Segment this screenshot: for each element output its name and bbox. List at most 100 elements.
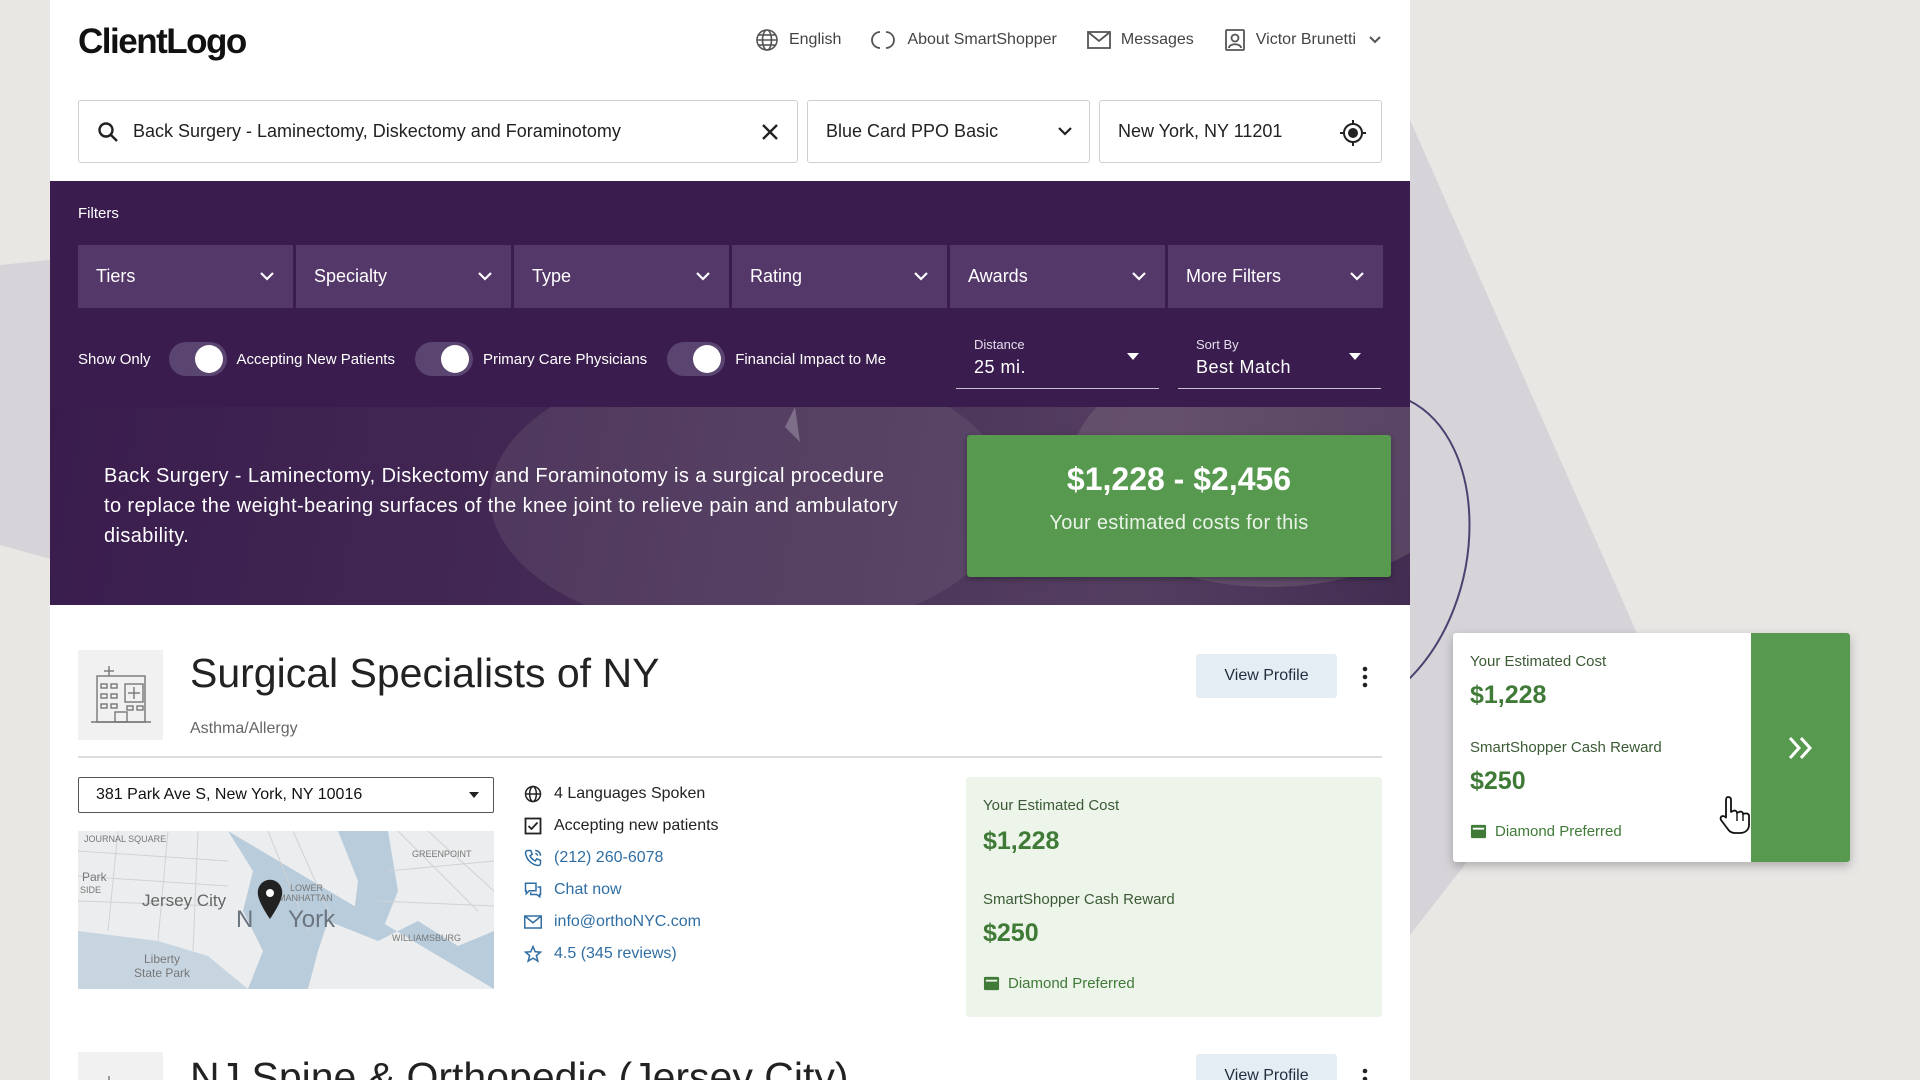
- show-only-row: Show Only Accepting New Patients Primary…: [78, 339, 906, 379]
- toggle-label: Financial Impact to Me: [735, 350, 887, 368]
- top-nav: English About SmartShopper Messages Vict…: [725, 28, 1382, 52]
- phone-text: (212) 260-6078: [554, 849, 664, 866]
- chevron-down-icon: [260, 272, 274, 281]
- search-input[interactable]: [133, 121, 733, 142]
- tier-text: Diamond Preferred: [1008, 975, 1135, 992]
- sort-select[interactable]: Sort By Best Match: [1178, 333, 1381, 389]
- filter-tiers[interactable]: Tiers: [78, 245, 293, 308]
- map-label: York: [288, 906, 336, 933]
- provider-name[interactable]: Surgical Specialists of NY: [190, 650, 659, 697]
- accepting-text: Accepting new patients: [554, 817, 719, 834]
- phone-icon: [524, 849, 542, 867]
- mail-icon: [524, 915, 542, 929]
- email-link[interactable]: info@orthoNYC.com: [524, 906, 719, 938]
- about-link[interactable]: About SmartShopper: [871, 29, 1057, 51]
- map-label: SIDE: [80, 885, 101, 895]
- chevron-down-icon: [478, 272, 492, 281]
- filter-type[interactable]: Type: [514, 245, 729, 308]
- messages-link[interactable]: Messages: [1086, 29, 1194, 51]
- map-label: JOURNAL SQUARE: [84, 834, 166, 844]
- card-icon: [983, 976, 1000, 991]
- toggle-knob: [440, 345, 469, 373]
- card-icon: [1470, 824, 1487, 839]
- location-map[interactable]: JOURNAL SQUARE Park SIDE Jersey City N Y…: [78, 831, 494, 989]
- language-selector[interactable]: English: [755, 28, 841, 52]
- smartshopper-icon: [871, 31, 896, 49]
- address-value: 381 Park Ave S, New York, NY 10016: [96, 786, 363, 803]
- phone-link[interactable]: (212) 260-6078: [524, 842, 719, 874]
- sort-value: Best Match: [1196, 357, 1292, 377]
- cost-range: $1,228 - $2,456: [1066, 461, 1292, 497]
- cash-reward-value: $250: [983, 919, 1039, 947]
- top-bar: ClientLogo English About SmartShopper Me…: [78, 0, 1382, 84]
- search-icon: [98, 121, 118, 142]
- main-panel: ClientLogo English About SmartShopper Me…: [50, 0, 1410, 1080]
- chevron-down-icon: [1058, 127, 1072, 136]
- location-field: [1099, 100, 1382, 163]
- location-input[interactable]: [1118, 121, 1338, 142]
- reviews-link[interactable]: 4.5 (345 reviews): [524, 938, 719, 970]
- address-select[interactable]: 381 Park Ave S, New York, NY 10016: [78, 777, 494, 813]
- filters-panel: Filters Tiers Specialty Type Rating Awar…: [50, 181, 1410, 407]
- reviews-text: 4.5 (345 reviews): [554, 945, 677, 962]
- hand-cursor-icon: [1719, 796, 1750, 834]
- estimated-cost-value: $1,228: [983, 827, 1060, 855]
- chat-text: Chat now: [554, 881, 622, 898]
- map-label: LOWER: [290, 883, 324, 893]
- filter-label: Rating: [750, 266, 803, 286]
- chat-link[interactable]: Chat now: [524, 874, 719, 906]
- plan-value: Blue Card PPO Basic: [826, 121, 999, 141]
- search-row: Blue Card PPO Basic: [78, 100, 1382, 163]
- filter-rating[interactable]: Rating: [732, 245, 947, 308]
- procedure-search: [78, 100, 798, 163]
- filter-awards[interactable]: Awards: [950, 245, 1165, 308]
- map-label: Liberty: [144, 952, 180, 966]
- filter-label: More Filters: [1186, 266, 1282, 286]
- provider-name[interactable]: NJ Spine & Orthopedic (Jersey City): [190, 1054, 849, 1080]
- estimated-cost-label: Your Estimated Cost: [983, 797, 1120, 814]
- checkbox-checked-icon: [524, 817, 542, 835]
- cash-reward-label: SmartShopper Cash Reward: [1470, 739, 1662, 756]
- close-icon[interactable]: [759, 121, 781, 143]
- floating-estimate-card[interactable]: Your Estimated Cost $1,228 SmartShopper …: [1453, 633, 1850, 862]
- chevron-down-icon: [696, 272, 710, 281]
- filter-more[interactable]: More Filters: [1168, 245, 1383, 308]
- provider-info-list: 4 Languages Spoken Accepting new patient…: [524, 778, 719, 970]
- procedure-hero: Back Surgery - Laminectomy, Diskectomy a…: [50, 407, 1410, 605]
- globe-icon: [756, 29, 778, 51]
- user-menu[interactable]: Victor Brunetti: [1224, 29, 1382, 51]
- my-location-icon[interactable]: [1339, 119, 1367, 147]
- plan-select[interactable]: Blue Card PPO Basic: [807, 100, 1090, 163]
- chevron-down-icon: [914, 272, 928, 281]
- client-logo[interactable]: ClientLogo: [78, 22, 247, 62]
- caret-down-icon: [469, 792, 479, 798]
- language-label: English: [788, 31, 842, 48]
- about-label: About SmartShopper: [907, 31, 1057, 48]
- user-badge-icon: [1224, 29, 1245, 51]
- cash-reward-value: $250: [1470, 767, 1526, 795]
- cash-reward-label: SmartShopper Cash Reward: [983, 891, 1175, 908]
- view-profile-button[interactable]: View Profile: [1196, 1054, 1337, 1080]
- more-vertical-icon[interactable]: [1361, 666, 1369, 688]
- more-vertical-icon[interactable]: [1361, 1068, 1369, 1080]
- tier-badge: Diamond Preferred: [1470, 823, 1622, 840]
- toggle-knob: [194, 345, 223, 373]
- map-label: State Park: [134, 966, 191, 980]
- hospital-icon: [78, 1052, 163, 1080]
- user-name: Victor Brunetti: [1255, 31, 1356, 48]
- languages-text: 4 Languages Spoken: [554, 785, 706, 802]
- distance-select[interactable]: Distance 25 mi.: [956, 333, 1159, 389]
- filter-specialty[interactable]: Specialty: [296, 245, 511, 308]
- toggle-accepting-new-patients[interactable]: [168, 342, 227, 376]
- hospital-icon: [78, 650, 163, 740]
- view-profile-button[interactable]: View Profile: [1196, 654, 1337, 698]
- toggle-financial-impact[interactable]: [667, 342, 726, 376]
- expand-button[interactable]: [1751, 633, 1850, 862]
- toggle-knob: [693, 345, 722, 373]
- globe-icon: [524, 785, 542, 803]
- map-label: WILLIAMSBURG: [392, 933, 461, 943]
- filter-label: Specialty: [314, 266, 388, 286]
- map-label: Jersey City: [142, 891, 227, 910]
- estimated-cost-label: Your Estimated Cost: [1470, 653, 1607, 670]
- toggle-primary-care[interactable]: [414, 342, 473, 376]
